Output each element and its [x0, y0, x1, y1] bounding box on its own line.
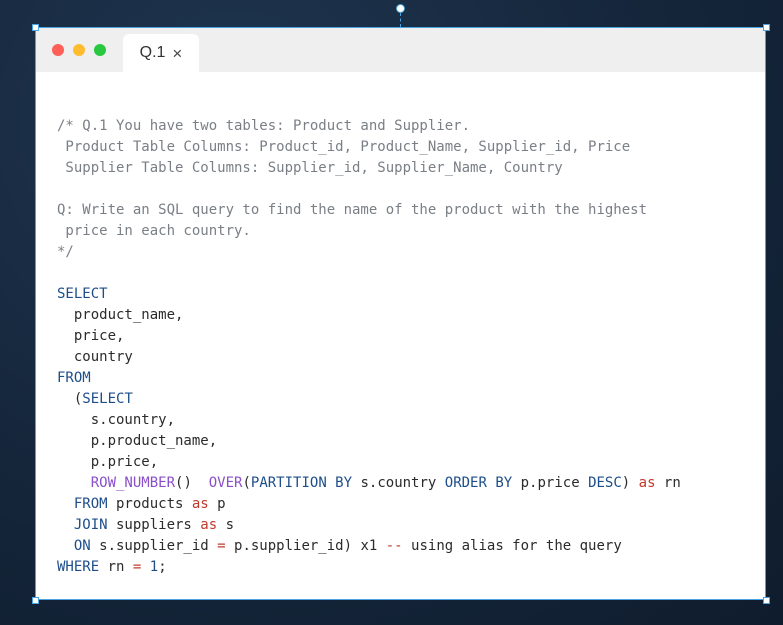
code-token: ROW_NUMBER: [57, 475, 176, 491]
window-titlebar: Q.1 ×: [35, 27, 766, 72]
code-token: /* Q.1 You have two tables: Product and …: [57, 118, 471, 134]
code-token: s: [217, 517, 235, 533]
code-line: s.country,: [57, 410, 681, 431]
code-token: p.price: [512, 475, 589, 491]
minimize-dot-icon[interactable]: [73, 44, 85, 56]
code-line: FROM: [57, 368, 681, 389]
code-token: p.supplier_id) x1: [225, 538, 386, 554]
code-token: Q: Write an SQL query to find the name o…: [57, 202, 648, 218]
code-line: country: [57, 347, 681, 368]
code-token: (): [175, 475, 209, 491]
code-token: (: [57, 391, 83, 407]
tab-q1[interactable]: Q.1 ×: [123, 34, 199, 72]
code-token: SELECT: [57, 286, 108, 302]
code-line: FROM products as p: [57, 494, 681, 515]
close-dot-icon[interactable]: [52, 44, 64, 56]
code-token: =: [217, 538, 226, 554]
code-token: FROM: [57, 370, 91, 386]
code-token: DESC: [588, 475, 622, 491]
code-token: p.price,: [57, 454, 159, 470]
code-token: price,: [57, 328, 125, 344]
resize-handle-bottom-left[interactable]: [32, 597, 39, 604]
code-token: ORDER BY: [444, 475, 513, 491]
code-line: ON s.supplier_id = p.supplier_id) x1 -- …: [57, 536, 681, 557]
rotation-guide-line: [400, 13, 401, 27]
code-token: rn: [655, 475, 681, 491]
code-token: PARTITION BY: [250, 475, 353, 491]
code-token: 1: [149, 559, 159, 575]
code-token: price in each country.: [57, 223, 251, 239]
code-line: ROW_NUMBER() OVER(PARTITION BY s.country…: [57, 473, 681, 494]
resize-handle-top-left[interactable]: [32, 24, 39, 31]
code-token: (: [242, 475, 251, 491]
sql-code-block[interactable]: /* Q.1 You have two tables: Product and …: [57, 116, 681, 578]
code-line: JOIN suppliers as s: [57, 515, 681, 536]
code-token: using alias for the query: [402, 538, 622, 554]
rotate-handle-icon[interactable]: [396, 4, 405, 13]
code-token: Supplier Table Columns: Supplier_id, Sup…: [57, 160, 563, 176]
code-token: s.country,: [57, 412, 176, 428]
code-token: as: [191, 496, 209, 512]
code-line: Product Table Columns: Product_id, Produ…: [57, 137, 681, 158]
code-line: price in each country.: [57, 221, 681, 242]
code-token: product_name,: [57, 307, 184, 323]
code-line: */: [57, 242, 681, 263]
code-token: products: [107, 496, 192, 512]
code-token: s.supplier_id: [90, 538, 218, 554]
code-token: s.country: [352, 475, 445, 491]
code-line: Supplier Table Columns: Supplier_id, Sup…: [57, 158, 681, 179]
code-line: (SELECT: [57, 389, 681, 410]
code-token: JOIN: [57, 517, 108, 533]
code-token: p: [208, 496, 226, 512]
code-token: ;: [158, 559, 167, 575]
code-line: price,: [57, 326, 681, 347]
code-token: rn: [99, 559, 133, 575]
code-token: */: [57, 244, 74, 260]
code-token: Product Table Columns: Product_id, Produ…: [57, 139, 631, 155]
code-token: ON: [57, 538, 91, 554]
code-line: SELECT: [57, 284, 681, 305]
code-token: suppliers: [107, 517, 201, 533]
code-token: p.product_name,: [57, 433, 218, 449]
code-token: FROM: [57, 496, 108, 512]
code-line: Q: Write an SQL query to find the name o…: [57, 200, 681, 221]
code-token: WHERE: [57, 559, 100, 575]
code-token: as: [200, 517, 218, 533]
code-line: /* Q.1 You have two tables: Product and …: [57, 116, 681, 137]
code-window[interactable]: Q.1 × /* Q.1 You have two tables: Produc…: [35, 27, 766, 600]
code-token: country: [57, 349, 133, 365]
code-line: p.price,: [57, 452, 681, 473]
code-line: WHERE rn = 1;: [57, 557, 681, 578]
resize-handle-top-right[interactable]: [763, 24, 770, 31]
maximize-dot-icon[interactable]: [94, 44, 106, 56]
code-token: as: [638, 475, 656, 491]
code-token: SELECT: [82, 391, 133, 407]
resize-handle-bottom-right[interactable]: [763, 597, 770, 604]
tab-title: Q.1: [139, 44, 166, 61]
code-line: product_name,: [57, 305, 681, 326]
code-token: --: [385, 538, 403, 554]
close-tab-icon[interactable]: ×: [172, 45, 182, 62]
code-line: p.product_name,: [57, 431, 681, 452]
code-token: OVER: [208, 475, 243, 491]
code-token: ): [621, 475, 639, 491]
